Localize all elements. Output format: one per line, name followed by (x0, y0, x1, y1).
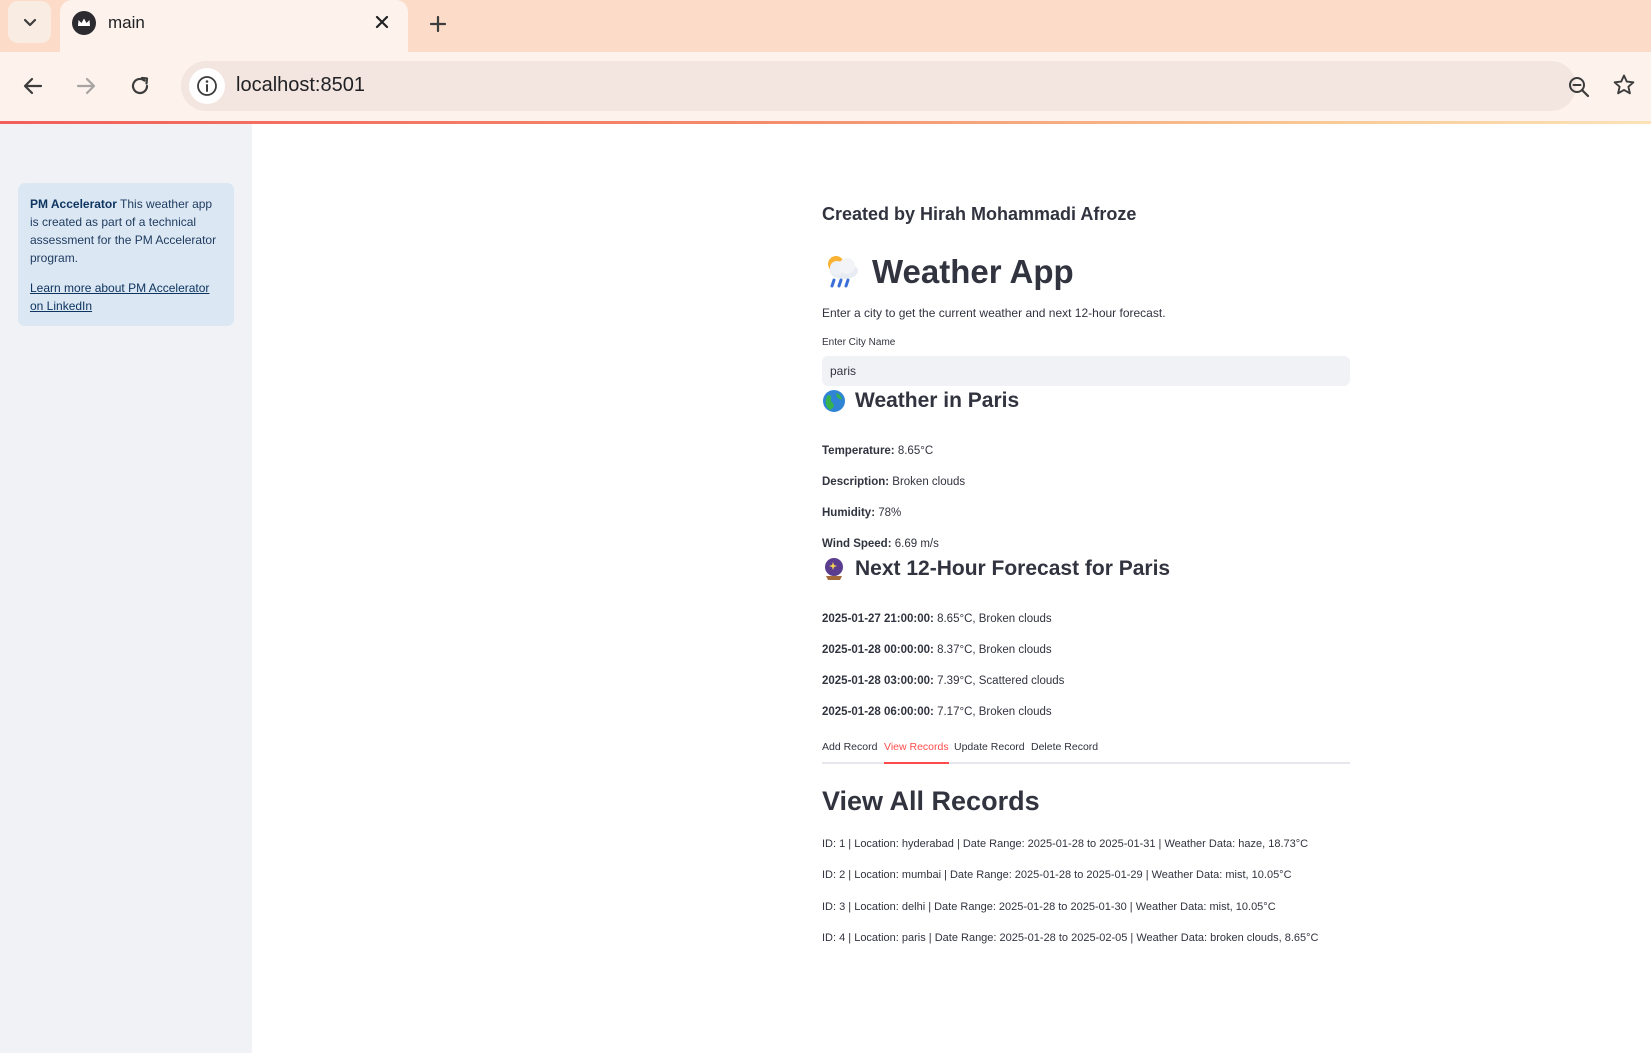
back-arrow-icon[interactable] (17, 70, 49, 102)
record-row: ID: 1 | Location: hyderabad | Date Range… (822, 838, 1309, 850)
tab-title: main (108, 13, 145, 32)
new-tab-icon[interactable] (424, 10, 452, 38)
url-text: localhost:8501 (236, 74, 365, 96)
browser-toolbar: localhost:8501 (0, 52, 1651, 122)
forecast-heading-text: Next 12-Hour Forecast for Paris (855, 557, 1171, 580)
weather-heading-text: Weather in Paris (855, 389, 1020, 412)
records-title: View All Records (822, 786, 1040, 816)
humidity-row: Humidity: 78% (822, 507, 901, 519)
forecast-time: 2025-01-27 21:00:00: (822, 613, 934, 625)
city-input[interactable] (822, 356, 1350, 386)
close-tab-icon[interactable] (370, 10, 394, 34)
wind-speed-value: 6.69 m/s (891, 538, 939, 550)
chevron-down-icon (23, 18, 36, 27)
subtitle: Enter a city to get the current weather … (822, 306, 1166, 320)
record-tabs: Add Record View Records Update Record De… (822, 736, 1350, 764)
city-input-label: Enter City Name (822, 337, 896, 348)
record-row: ID: 4 | Location: paris | Date Range: 20… (822, 932, 1319, 944)
weather-heading: Weather in Paris (822, 386, 1019, 416)
forward-arrow-icon[interactable] (70, 70, 102, 102)
forecast-row: 2025-01-28 06:00:00: 7.17°C, Broken clou… (822, 706, 1052, 718)
info-bold-label: PM Accelerator (30, 197, 117, 211)
sidebar: PM Accelerator This weather app is creat… (0, 124, 252, 1053)
tab-delete-record[interactable]: Delete Record (1031, 741, 1098, 764)
temperature-label: Temperature: (822, 445, 895, 457)
created-by-text: Created by Hirah Mohammadi Afroze (822, 204, 1137, 224)
browser-tab[interactable]: main (60, 0, 408, 52)
forecast-row: 2025-01-28 00:00:00: 8.37°C, Broken clou… (822, 644, 1052, 656)
info-text: PM Accelerator This weather app is creat… (30, 195, 222, 267)
reload-icon[interactable] (124, 70, 156, 102)
forecast-value: 8.65°C, Broken clouds (933, 613, 1052, 625)
forecast-time: 2025-01-28 03:00:00: (822, 675, 934, 687)
description-row: Description: Broken clouds (822, 476, 965, 488)
tab-search-button[interactable] (8, 1, 51, 43)
description-value: Broken clouds (889, 476, 966, 488)
tab-update-record[interactable]: Update Record (954, 741, 1025, 764)
linkedin-link[interactable]: Learn more about PM Accelerator on Linke… (30, 279, 222, 315)
app-title: Weather App (822, 248, 1074, 296)
globe-icon (823, 390, 845, 412)
crown-favicon-icon (72, 11, 96, 35)
cloud-rain-sun-icon (828, 256, 858, 288)
forecast-time: 2025-01-28 00:00:00: (822, 644, 934, 656)
forecast-value: 7.39°C, Scattered clouds (933, 675, 1065, 687)
wind-speed-label: Wind Speed: (822, 538, 892, 550)
page-title: Weather App (872, 253, 1074, 290)
info-box: PM Accelerator This weather app is creat… (18, 183, 234, 326)
description-label: Description: (822, 476, 890, 488)
bookmark-star-icon[interactable] (1609, 70, 1639, 100)
forecast-value: 8.37°C, Broken clouds (933, 644, 1052, 656)
browser-tabstrip: main (0, 0, 1651, 52)
forecast-time: 2025-01-28 06:00:00: (822, 706, 934, 718)
address-bar[interactable]: localhost:8501 (181, 61, 1590, 111)
wind-speed-row: Wind Speed: 6.69 m/s (822, 538, 939, 550)
humidity-label: Humidity: (822, 507, 876, 519)
forecast-row: 2025-01-27 21:00:00: 8.65°C, Broken clou… (822, 613, 1052, 625)
zoom-icon[interactable] (1565, 73, 1593, 101)
record-row: ID: 3 | Location: delhi | Date Range: 20… (822, 901, 1276, 913)
crystal-ball-icon (825, 558, 843, 580)
temperature-row: Temperature: 8.65°C (822, 445, 933, 457)
forecast-heading: Next 12-Hour Forecast for Paris (822, 554, 1170, 584)
tab-add-record[interactable]: Add Record (822, 741, 877, 764)
site-info-icon[interactable] (189, 68, 225, 104)
forecast-row: 2025-01-28 03:00:00: 7.39°C, Scattered c… (822, 675, 1064, 687)
temperature-value: 8.65°C (894, 445, 934, 457)
humidity-value: 78% (875, 507, 902, 519)
record-row: ID: 2 | Location: mumbai | Date Range: 2… (822, 869, 1292, 881)
forecast-value: 7.17°C, Broken clouds (933, 706, 1052, 718)
tab-view-records[interactable]: View Records (884, 741, 949, 764)
